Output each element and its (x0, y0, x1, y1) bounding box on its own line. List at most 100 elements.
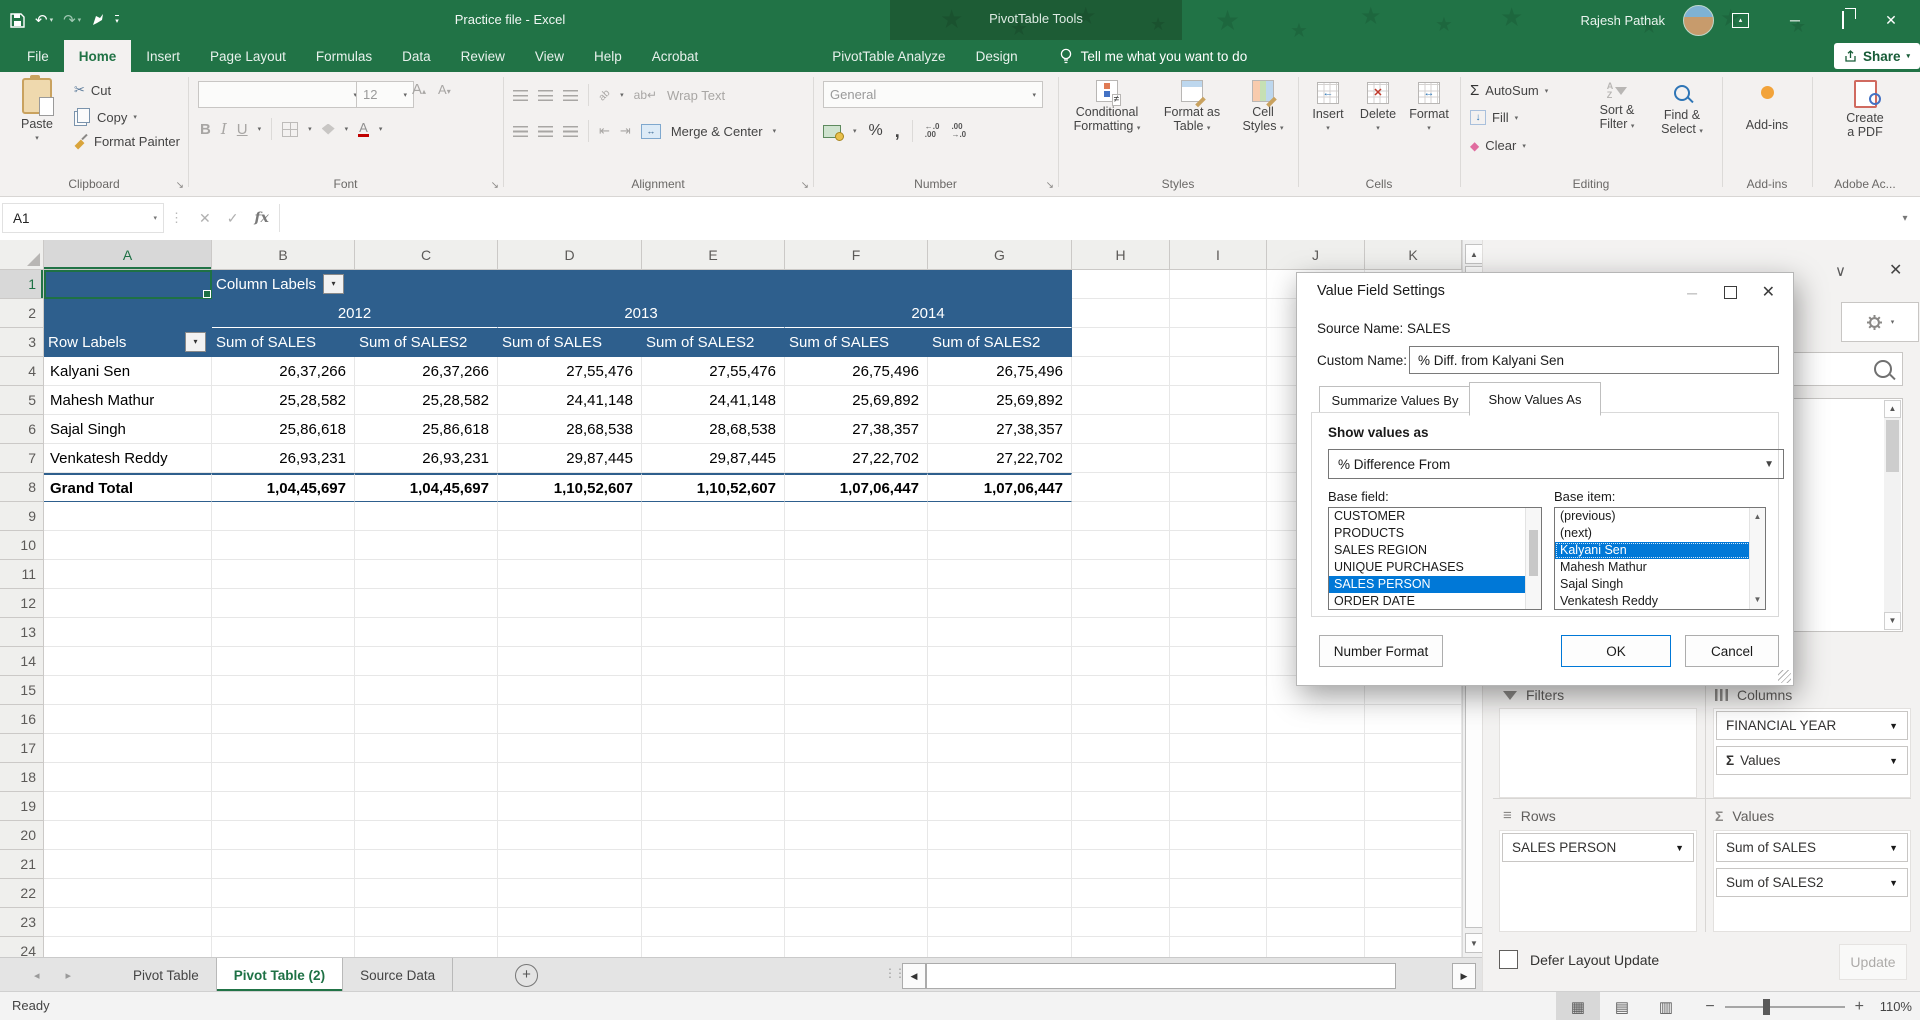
cell-G11[interactable] (928, 560, 1072, 589)
cell-B1[interactable]: Column Labels ▾ (212, 270, 355, 299)
autosum-button[interactable]: Σ AutoSum ▾ (1470, 82, 1548, 99)
font-size-combo[interactable]: 12 ▾ (356, 81, 414, 108)
base-field-option[interactable]: PRODUCTS (1329, 525, 1541, 542)
show-values-dropdown-icon[interactable]: ▼ (1764, 459, 1774, 470)
col-header-H[interactable]: H (1072, 240, 1170, 270)
cell-G19[interactable] (928, 792, 1072, 821)
percent-style-icon[interactable]: % (869, 122, 883, 140)
row-header-16[interactable]: 16 (0, 705, 44, 734)
cell-A13[interactable] (44, 618, 212, 647)
cell-D10[interactable] (498, 531, 642, 560)
cell-E22[interactable] (642, 879, 785, 908)
merge-center-button[interactable]: Merge & Center (671, 124, 763, 139)
dialog-minimize-icon[interactable]: ─ (1687, 285, 1697, 301)
cell-B24[interactable] (212, 937, 355, 957)
row-header-2[interactable]: 2 (0, 299, 44, 328)
cell-H24[interactable] (1072, 937, 1170, 957)
base-item-option[interactable]: (next) (1555, 525, 1765, 542)
cell-G7[interactable]: 27,22,702 (928, 444, 1072, 473)
col-header-G[interactable]: G (928, 240, 1072, 270)
increase-decimal-icon[interactable]: ←.0.00 (925, 123, 940, 139)
cell-I4[interactable] (1170, 357, 1267, 386)
align-middle-icon[interactable] (538, 89, 553, 101)
dialog-resize-grip[interactable] (1778, 670, 1791, 683)
cell-H22[interactable] (1072, 879, 1170, 908)
decrease-decimal-icon[interactable]: .00 →.0 (951, 123, 966, 139)
wrap-text-button[interactable]: Wrap Text (667, 88, 725, 103)
tab-summarize-values-by[interactable]: Summarize Values By (1319, 386, 1471, 415)
cell-E12[interactable] (642, 589, 785, 618)
cell-E5[interactable]: 24,41,148 (642, 386, 785, 415)
cell-A19[interactable] (44, 792, 212, 821)
cell-C17[interactable] (355, 734, 498, 763)
cell-C1[interactable] (355, 270, 498, 299)
base-item-scroll-up-icon[interactable]: ▲ (1750, 510, 1765, 524)
cell-styles-button[interactable]: Cell Styles ▾ (1234, 80, 1292, 136)
font-dialog-launcher[interactable]: ↘ (491, 180, 499, 191)
cell-F7[interactable]: 27,22,702 (785, 444, 928, 473)
row-header-14[interactable]: 14 (0, 647, 44, 676)
cell-F1[interactable] (785, 270, 928, 299)
cell-I1[interactable] (1170, 270, 1267, 299)
ribbon-tab-review[interactable]: Review (446, 40, 520, 72)
horizontal-scrollbar-thumb[interactable] (926, 963, 1396, 989)
sheet-tab-pivot-table[interactable]: Pivot Table (116, 958, 217, 992)
ribbon-tab-insert[interactable]: Insert (131, 40, 195, 72)
cell-H13[interactable] (1072, 618, 1170, 647)
number-dialog-launcher[interactable]: ↘ (1046, 180, 1054, 191)
decrease-indent-icon[interactable]: ⇤ (599, 123, 610, 139)
base-item-option[interactable]: (previous) (1555, 508, 1765, 525)
ribbon-tab-data[interactable]: Data (387, 40, 446, 72)
cell-A8-grand-total[interactable]: Grand Total (44, 473, 212, 502)
values-field-pill[interactable]: Sum of SALES ▼ (1716, 833, 1908, 862)
value-header-E3[interactable]: Sum of SALES2 (642, 328, 785, 357)
cell-I15[interactable] (1170, 676, 1267, 705)
tab-show-values-as[interactable]: Show Values As (1469, 382, 1601, 416)
ribbon-tab-page-layout[interactable]: Page Layout (195, 40, 301, 72)
cell-A16[interactable] (44, 705, 212, 734)
pen-icon[interactable] (91, 13, 105, 27)
pill-dropdown-icon[interactable]: ▼ (1889, 843, 1898, 853)
ribbon-tab-file[interactable]: File (12, 40, 64, 72)
columns-field-pill[interactable]: FINANCIAL YEAR ▼ (1716, 711, 1908, 740)
base-item-scrollbar[interactable]: ▲ ▼ (1749, 508, 1765, 609)
expand-formula-bar-icon[interactable]: ▾ (1890, 213, 1920, 224)
cell-D1[interactable] (498, 270, 642, 299)
cell-E20[interactable] (642, 821, 785, 850)
cell-D8[interactable]: 1,10,52,607 (498, 473, 642, 502)
cell-J23[interactable] (1267, 908, 1365, 937)
row-header-24[interactable]: 24 (0, 937, 44, 957)
cell-F9[interactable] (785, 502, 928, 531)
cell-G9[interactable] (928, 502, 1072, 531)
col-header-B[interactable]: B (212, 240, 355, 270)
col-header-F[interactable]: F (785, 240, 928, 270)
base-item-option[interactable]: Mahesh Mathur (1555, 559, 1765, 576)
cell-G14[interactable] (928, 647, 1072, 676)
cell-D17[interactable] (498, 734, 642, 763)
align-center-icon[interactable] (538, 125, 553, 137)
cell-G10[interactable] (928, 531, 1072, 560)
sheet-nav-right-icon[interactable]: ▸ (66, 969, 72, 982)
cell-E23[interactable] (642, 908, 785, 937)
values-dropzone[interactable]: Sum of SALES ▼ Sum of SALES2 ▼ (1713, 830, 1911, 932)
customize-qat-icon[interactable]: ▾ (115, 15, 119, 25)
cell-D24[interactable] (498, 937, 642, 957)
sheet-tab-pivot-table-2-[interactable]: Pivot Table (2) (216, 958, 344, 992)
value-header-G3[interactable]: Sum of SALES2 (928, 328, 1072, 357)
cell-I6[interactable] (1170, 415, 1267, 444)
cell-B10[interactable] (212, 531, 355, 560)
cell-E17[interactable] (642, 734, 785, 763)
zoom-level[interactable]: 110% (1874, 999, 1912, 1014)
merge-center-dropdown-icon[interactable]: ▾ (773, 127, 777, 135)
cell-H14[interactable] (1072, 647, 1170, 676)
cell-H1[interactable] (1072, 270, 1170, 299)
increase-font-size-icon[interactable]: A▴ (412, 81, 426, 98)
ribbon-tab-formulas[interactable]: Formulas (301, 40, 387, 72)
base-field-option[interactable]: CUSTOMER (1329, 508, 1541, 525)
row-header-22[interactable]: 22 (0, 879, 44, 908)
cell-I7[interactable] (1170, 444, 1267, 473)
cell-D13[interactable] (498, 618, 642, 647)
cell-E21[interactable] (642, 850, 785, 879)
base-field-option[interactable]: ORDER DATE (1329, 593, 1541, 609)
cell-F14[interactable] (785, 647, 928, 676)
